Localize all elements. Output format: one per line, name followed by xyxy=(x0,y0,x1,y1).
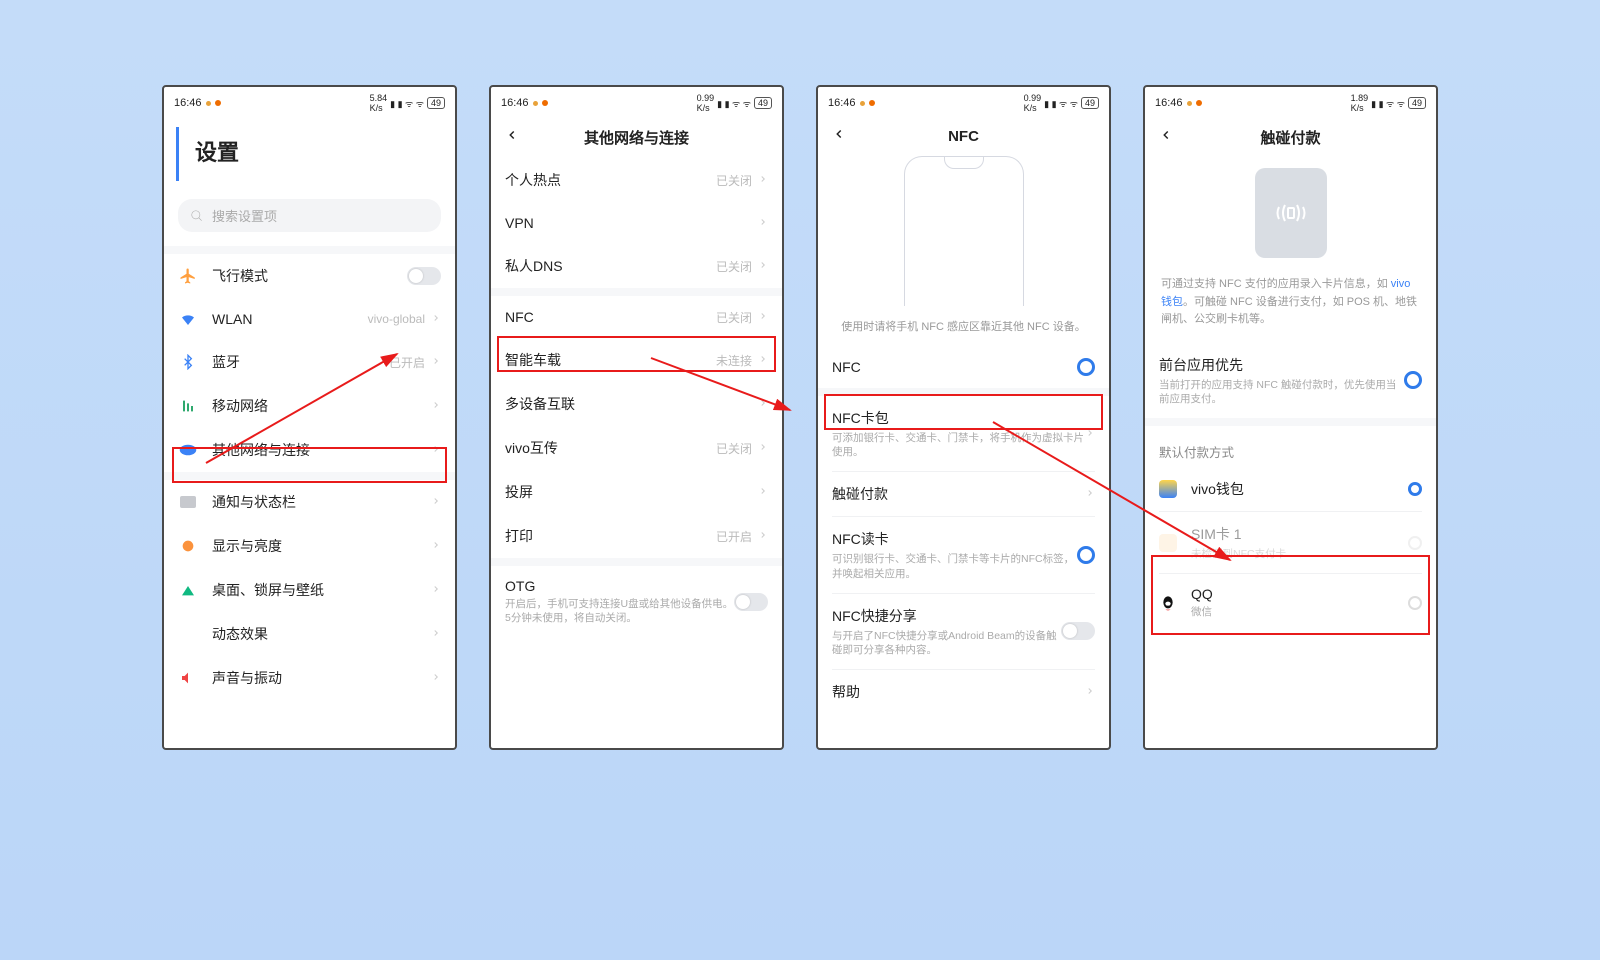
bluetooth-icon xyxy=(178,354,198,370)
battery-icon: ▮ ▮ ᯤ ᯤ xyxy=(390,97,424,110)
row-other-network[interactable]: 其他网络与连接 xyxy=(164,428,455,472)
motion-icon xyxy=(178,626,198,642)
row-cast[interactable]: 投屏 xyxy=(491,470,782,514)
back-button[interactable] xyxy=(1159,128,1173,147)
qq-icon xyxy=(1159,594,1177,612)
toggle-airplane[interactable] xyxy=(407,267,441,285)
row-dns[interactable]: 私人DNS已关闭 xyxy=(491,244,782,288)
opt-sim: SIM卡 1未检测到NFC支付卡 xyxy=(1145,512,1436,573)
row-nfc-reader[interactable]: NFC读卡可识别银行卡、交通卡、门禁卡等卡片的NFC标签，并唤起相关应用。 xyxy=(818,517,1109,592)
radio-unselected xyxy=(1408,536,1422,550)
toggle-otg[interactable] xyxy=(734,593,768,611)
radio-selected[interactable] xyxy=(1408,482,1422,496)
opt-qq[interactable]: QQ微信 xyxy=(1145,574,1436,631)
opt-vivo-wallet[interactable]: vivo钱包 xyxy=(1145,467,1436,511)
search-placeholder: 搜索设置项 xyxy=(212,206,277,225)
row-nfc-share[interactable]: NFC快捷分享与开启了NFC快捷分享或Android Beam的设备触碰即可分享… xyxy=(818,594,1109,669)
status-bar: 16:46 1.89K/s▮ ▮ ᯤ ᯤ49 xyxy=(1145,87,1436,117)
row-home[interactable]: 桌面、锁屏与壁纸 xyxy=(164,568,455,612)
row-display[interactable]: 显示与亮度 xyxy=(164,524,455,568)
phone-other-network: 16:46 0.99K/s▮ ▮ ᯤ ᯤ49 其他网络与连接 个人热点已关闭 V… xyxy=(489,85,784,750)
phone-settings: 16:46 5.84K/s▮ ▮ ᯤ ᯤ49 设置 搜索设置项 飞行模式 WLA… xyxy=(162,85,457,750)
vivo-wallet-icon xyxy=(1159,480,1177,498)
row-multi[interactable]: 多设备互联 xyxy=(491,382,782,426)
row-mobile[interactable]: 移动网络 xyxy=(164,384,455,428)
toggle-reader[interactable] xyxy=(1077,546,1095,564)
page-title: 其他网络与连接 xyxy=(519,127,754,148)
row-hotspot[interactable]: 个人热点已关闭 xyxy=(491,158,782,202)
row-help[interactable]: 帮助 xyxy=(818,670,1109,714)
chevron-right-icon xyxy=(431,310,441,328)
sim-icon xyxy=(1159,534,1177,552)
status-bar: 16:46 0.99K/s▮ ▮ ᯤ ᯤ49 xyxy=(818,87,1109,117)
row-nfc-toggle[interactable]: NFC xyxy=(818,346,1109,388)
toggle-nfc[interactable] xyxy=(1077,358,1095,376)
row-otg[interactable]: OTG开启后，手机可支持连接U盘或给其他设备供电。5分钟未使用，将自动关闭。 xyxy=(491,566,782,637)
wallpaper-icon xyxy=(178,582,198,598)
mobile-data-icon xyxy=(178,398,198,414)
phone-nfc: 16:46 0.99K/s▮ ▮ ᯤ ᯤ49 NFC 使用时请将手机 NFC 感… xyxy=(816,85,1111,750)
toggle-share[interactable] xyxy=(1061,622,1095,640)
row-nfc-cardpkg[interactable]: NFC卡包可添加银行卡、交通卡、门禁卡，将手机作为虚拟卡片使用。 xyxy=(818,396,1109,471)
row-tap-pay[interactable]: 触碰付款 xyxy=(818,472,1109,516)
search-input[interactable]: 搜索设置项 xyxy=(178,199,441,232)
row-airplane[interactable]: 飞行模式 xyxy=(164,254,455,298)
row-vpn[interactable]: VPN xyxy=(491,202,782,244)
tap-pay-hint: 可通过支持 NFC 支付的应用录入卡片信息，如 vivo钱包。可触碰 NFC 设… xyxy=(1145,266,1436,343)
sound-icon xyxy=(178,670,198,686)
row-print[interactable]: 打印已开启 xyxy=(491,514,782,558)
row-nfc[interactable]: NFC已关闭 xyxy=(491,296,782,338)
row-notif[interactable]: 通知与状态栏 xyxy=(164,480,455,524)
wifi-icon xyxy=(178,310,198,328)
section-default-pay: 默认付款方式 xyxy=(1145,426,1436,467)
row-motion[interactable]: 动态效果 xyxy=(164,612,455,656)
phone-tap-pay: 16:46 1.89K/s▮ ▮ ᯤ ᯤ49 触碰付款 可通过支持 NFC 支付… xyxy=(1143,85,1438,750)
airplane-icon xyxy=(178,267,198,285)
page-title: NFC xyxy=(846,128,1081,145)
status-time: 16:46 xyxy=(174,97,202,109)
row-car[interactable]: 智能车载未连接 xyxy=(491,338,782,382)
search-icon xyxy=(190,209,204,223)
brightness-icon xyxy=(178,538,198,554)
notification-icon xyxy=(178,495,198,509)
row-vshare[interactable]: vivo互传已关闭 xyxy=(491,426,782,470)
row-bluetooth[interactable]: 蓝牙 已开启 xyxy=(164,340,455,384)
nfc-illustration xyxy=(879,156,1049,306)
radio-unselected[interactable] xyxy=(1408,596,1422,610)
back-button[interactable] xyxy=(505,128,519,147)
status-bar: 16:46 5.84K/s▮ ▮ ᯤ ᯤ49 xyxy=(164,87,455,117)
page-title: 触碰付款 xyxy=(1173,127,1408,148)
tap-pay-illustration xyxy=(1255,168,1327,258)
nfc-hint: 使用时请将手机 NFC 感应区靠近其他 NFC 设备。 xyxy=(818,306,1109,346)
page-title: 设置 xyxy=(176,127,255,181)
row-foreground-priority[interactable]: 前台应用优先当前打开的应用支持 NFC 触碰付款时，优先使用当前应用支付。 xyxy=(1145,343,1436,418)
row-wlan[interactable]: WLAN vivo-global xyxy=(164,298,455,340)
toggle-foreground[interactable] xyxy=(1404,371,1422,389)
back-button[interactable] xyxy=(832,127,846,146)
row-sound[interactable]: 声音与振动 xyxy=(164,656,455,700)
link-icon xyxy=(178,443,198,457)
status-bar: 16:46 0.99K/s▮ ▮ ᯤ ᯤ49 xyxy=(491,87,782,117)
